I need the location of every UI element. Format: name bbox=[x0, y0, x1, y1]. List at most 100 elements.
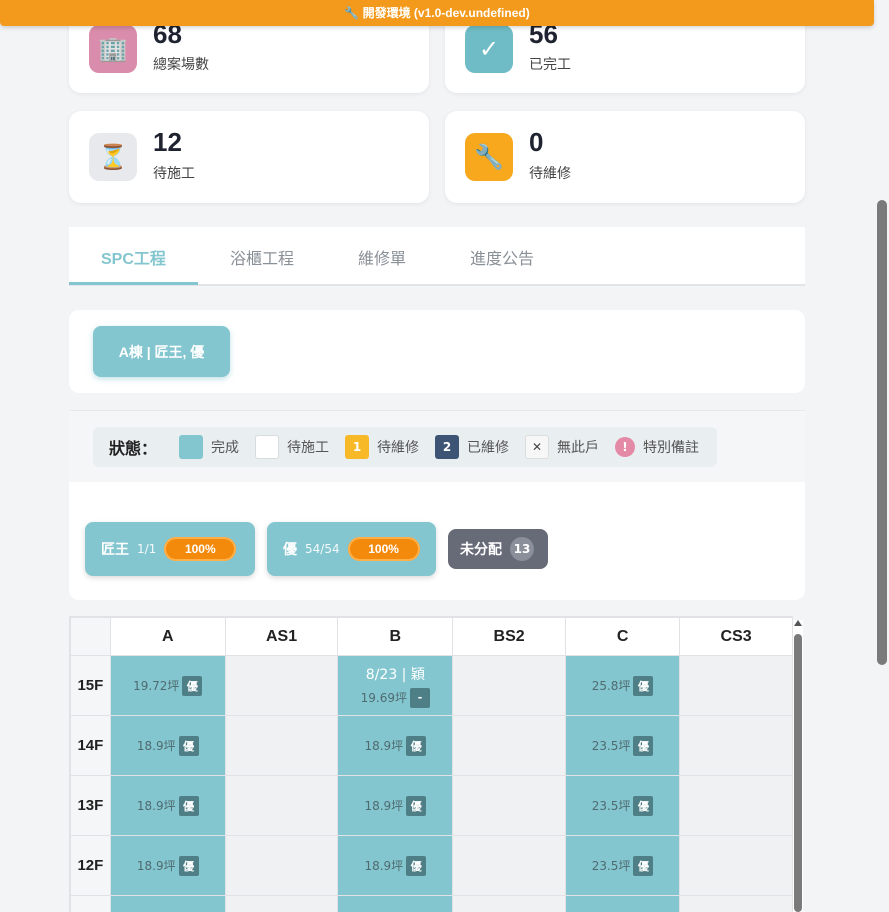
legend-label: 無此戶 bbox=[557, 440, 600, 456]
table-row bbox=[70, 895, 793, 912]
stat-card-pending: ⏳ 12 待施工 bbox=[69, 111, 429, 203]
stat-label: 總案場數 bbox=[153, 57, 209, 73]
floor-label: 14F bbox=[70, 715, 111, 776]
unit-cell-empty[interactable] bbox=[224, 775, 339, 836]
unit-cell-completed[interactable]: 25.8坪優 bbox=[564, 655, 681, 716]
unit-cell-completed[interactable] bbox=[109, 895, 226, 912]
unit-size: 19.72坪 bbox=[133, 679, 180, 693]
page-scrollbar-thumb[interactable] bbox=[877, 200, 887, 665]
stat-label: 待維修 bbox=[529, 166, 571, 182]
unit-cell-completed[interactable]: 18.9坪優 bbox=[109, 715, 226, 776]
wrench-icon: 🔧 bbox=[465, 133, 513, 181]
unit-cell-completed[interactable]: 19.72坪優 bbox=[109, 655, 226, 716]
unit-cell-empty[interactable] bbox=[452, 775, 566, 836]
unit-worker-tag: 優 bbox=[406, 735, 427, 756]
grid-scrollbar-thumb[interactable] bbox=[794, 634, 802, 912]
unit-grid: A AS1 B BS2 C CS3 15F 19.72坪優 8/23 | 穎 19.6… bbox=[70, 617, 793, 912]
unit-size: 18.9坪 bbox=[364, 739, 404, 753]
grid-corner bbox=[70, 617, 111, 656]
unit-cell-completed[interactable] bbox=[337, 895, 454, 912]
unit-cell-empty[interactable] bbox=[452, 895, 566, 912]
unit-size: 18.9坪 bbox=[364, 859, 404, 873]
hourglass-icon: ⏳ bbox=[89, 133, 137, 181]
legend-label: 已維修 bbox=[467, 440, 510, 456]
scroll-up-arrow-icon[interactable] bbox=[794, 620, 802, 626]
unit-cell-completed[interactable]: 23.5坪優 bbox=[564, 775, 681, 836]
unit-date-worker: 8/23 | 穎 bbox=[365, 666, 425, 683]
unit-info: 19.69坪 - bbox=[338, 687, 452, 708]
unit-cell-completed[interactable]: 18.9坪優 bbox=[337, 775, 454, 836]
column-header: BS2 bbox=[452, 617, 566, 656]
unit-info: 23.5坪優 bbox=[566, 735, 679, 756]
unit-info: 18.9坪優 bbox=[111, 735, 225, 756]
unit-cell-completed[interactable]: 23.5坪優 bbox=[564, 715, 681, 776]
unit-cell-empty[interactable] bbox=[452, 655, 566, 716]
stat-label: 待施工 bbox=[153, 166, 195, 182]
unit-info: 18.9坪優 bbox=[338, 735, 452, 756]
unit-cell-empty[interactable] bbox=[679, 775, 793, 836]
unit-cell-completed[interactable]: 18.9坪優 bbox=[109, 835, 226, 896]
unit-size: 23.5坪 bbox=[591, 739, 631, 753]
unit-cell-empty[interactable] bbox=[679, 655, 793, 716]
unassigned-count-badge: 13 bbox=[510, 537, 534, 561]
unit-info: 25.8坪優 bbox=[566, 675, 679, 696]
table-row: 13F 18.9坪優 18.9坪優 23.5坪優 bbox=[70, 775, 793, 836]
unit-info: 18.9坪優 bbox=[111, 855, 225, 876]
unit-cell-empty[interactable] bbox=[224, 835, 339, 896]
unit-cell-empty[interactable] bbox=[679, 895, 793, 912]
unit-cell-completed[interactable] bbox=[564, 895, 681, 912]
unit-cell-completed[interactable]: 23.5坪優 bbox=[564, 835, 681, 896]
column-header: AS1 bbox=[224, 617, 339, 656]
unit-worker-tag: 優 bbox=[178, 795, 199, 816]
tab-bar: SPC工程 浴櫃工程 維修單 進度公告 bbox=[69, 227, 805, 286]
tab-repair-orders[interactable]: 維修單 bbox=[358, 245, 406, 269]
worker-card[interactable]: 優 54/54 100% bbox=[267, 522, 436, 576]
legend-swatch: 2 bbox=[435, 435, 460, 459]
unit-info: 18.9坪優 bbox=[338, 795, 452, 816]
legend-label: 待施工 bbox=[287, 440, 330, 456]
unit-info: 23.5坪優 bbox=[566, 855, 679, 876]
legend-item-repaired: 2 已維修 bbox=[435, 435, 509, 459]
unit-size: 19.69坪 bbox=[360, 691, 407, 705]
unit-cell-completed[interactable]: 8/23 | 穎 19.69坪 - bbox=[337, 655, 454, 716]
table-row: 15F 19.72坪優 8/23 | 穎 19.69坪 -25.8坪優 bbox=[70, 655, 793, 716]
building-icon: 🏢 bbox=[89, 25, 137, 73]
unit-cell-empty[interactable] bbox=[224, 715, 339, 776]
unit-cell-completed[interactable]: 18.9坪優 bbox=[337, 835, 454, 896]
tab-bathroom-cabinet[interactable]: 浴櫃工程 bbox=[230, 245, 294, 269]
unit-cell-empty[interactable] bbox=[452, 835, 566, 896]
unit-cell-completed[interactable]: 18.9坪優 bbox=[109, 775, 226, 836]
unit-info: 18.9坪優 bbox=[111, 795, 225, 816]
grid-scrollbar[interactable] bbox=[793, 620, 803, 912]
unit-worker-tag: 優 bbox=[178, 735, 199, 756]
unit-cell-empty[interactable] bbox=[452, 715, 566, 776]
unassigned-button[interactable]: 未分配 13 bbox=[448, 529, 548, 569]
legend-label: 完成 bbox=[211, 440, 240, 456]
tab-progress-announcements[interactable]: 進度公告 bbox=[470, 245, 534, 269]
unit-size: 18.9坪 bbox=[136, 799, 176, 813]
unit-worker-tag: 優 bbox=[633, 855, 654, 876]
unit-cell-empty[interactable] bbox=[224, 895, 339, 912]
unit-size: 18.9坪 bbox=[136, 739, 176, 753]
building-a-button[interactable]: A棟 | 匠王, 優 bbox=[93, 326, 230, 377]
floor-label bbox=[70, 895, 111, 912]
tab-spc[interactable]: SPC工程 bbox=[101, 245, 166, 269]
building-panel: A棟 | 匠王, 優 bbox=[69, 310, 805, 393]
unit-cell-empty[interactable] bbox=[224, 655, 339, 716]
dev-environment-banner: 🔧 開發環境 (v1.0-dev.undefined) bbox=[0, 0, 874, 26]
unit-cell-completed[interactable]: 18.9坪優 bbox=[337, 715, 454, 776]
legend-item-special-note: ! 特別備註 bbox=[615, 437, 699, 457]
unit-size: 23.5坪 bbox=[591, 859, 631, 873]
legend-label: 待維修 bbox=[377, 440, 420, 456]
unit-cell-empty[interactable] bbox=[679, 835, 793, 896]
unit-worker-tag: - bbox=[410, 687, 430, 708]
worker-card[interactable]: 匠王 1/1 100% bbox=[85, 522, 255, 576]
floor-label: 13F bbox=[70, 775, 111, 836]
column-header: B bbox=[337, 617, 454, 656]
worker-name: 優 bbox=[283, 542, 297, 558]
legend-swatch bbox=[255, 435, 280, 459]
unit-size: 18.9坪 bbox=[136, 859, 176, 873]
unit-worker-tag: 優 bbox=[633, 735, 654, 756]
worker-progress-pill: 100% bbox=[164, 537, 237, 561]
unit-cell-empty[interactable] bbox=[679, 715, 793, 776]
